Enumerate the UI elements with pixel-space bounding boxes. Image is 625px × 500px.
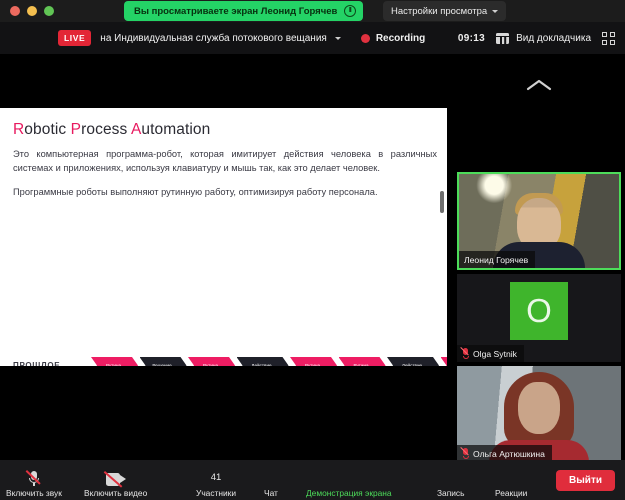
scroll-up-arrow[interactable]	[519, 74, 559, 96]
minimize-window-button[interactable]	[27, 6, 37, 16]
participant-avatar-2: O	[510, 282, 568, 340]
slide-paragraph-2: Программные роботы выполняют рутинную ра…	[13, 187, 378, 198]
stream-title: на Индивидуальная служба потокового веща…	[100, 32, 327, 44]
view-settings-button[interactable]: Настройки просмотра	[383, 1, 507, 21]
screen-share-banner: Вы просматриваете экран Леонид Горячев	[124, 1, 364, 21]
timeline-step: Решение	[140, 357, 187, 366]
timeline-step: Действие	[237, 357, 289, 366]
slide-title: Robotic Process Automation	[13, 121, 211, 138]
start-video-label: Включить видео	[84, 488, 148, 498]
stop-share-icon[interactable]	[344, 5, 357, 17]
participants-button[interactable]: 41 Участники	[196, 469, 236, 498]
stream-chevron-down-icon[interactable]	[334, 36, 341, 40]
timeline-step: Рутина	[441, 357, 448, 366]
timeline-past-label: ПРОШЛОЕ	[13, 361, 61, 366]
share-screen-button[interactable]: Демонстрация экрана	[306, 469, 392, 498]
zoom-meeting-window: Вы просматриваете экран Леонид Горячев Н…	[0, 0, 625, 500]
screen-share-banner-label: Вы просматриваете экран Леонид Горячев	[134, 5, 338, 17]
unmute-audio-label: Включить звук	[6, 488, 62, 498]
window-titlebar: Вы просматриваете экран Леонид Горячев Н…	[0, 0, 625, 22]
chat-button[interactable]: Чат	[264, 469, 278, 498]
timeline-step: Действие	[387, 357, 439, 366]
reactions-button[interactable]: Реакции	[495, 469, 527, 498]
participant-tile-2[interactable]: O Olga Sytnik	[457, 274, 621, 362]
participants-count-badge: 41	[211, 469, 222, 486]
record-button[interactable]: Запись	[437, 469, 464, 498]
recording-label: Recording	[375, 32, 426, 44]
participants-label: Участники	[196, 488, 237, 498]
timeline-past-steps: Рутина Решение Рутина Действие Рутина Рутина Д…	[91, 357, 447, 366]
leave-meeting-button[interactable]: Выйти	[556, 470, 615, 491]
view-mode-label: Вид докладчика	[516, 32, 591, 44]
layout-grid-icon	[496, 32, 510, 44]
recording-indicator[interactable]: Recording	[360, 32, 426, 44]
record-dot-icon	[360, 33, 370, 43]
timeline-step: Рутина	[339, 357, 386, 366]
zoom-window-button[interactable]	[44, 6, 54, 16]
window-traffic-lights	[10, 6, 54, 16]
participant-tile-1[interactable]: Леонид Горячев	[457, 172, 621, 270]
mic-muted-icon	[460, 347, 469, 359]
live-badge: LIVE	[58, 30, 92, 46]
participant-name-tag-1: Леонид Горячев	[459, 251, 536, 268]
meeting-control-bar: LIVE на Индивидуальная служба потокового…	[0, 22, 625, 54]
timeline-step: Рутина	[188, 357, 235, 366]
mic-muted-icon	[26, 469, 42, 486]
participant-name-tag-2: Olga Sytnik	[457, 345, 524, 362]
record-label: Запись	[437, 488, 465, 498]
view-mode-button[interactable]: Вид докладчика	[496, 32, 591, 44]
chevron-down-icon	[492, 9, 499, 13]
share-scrollbar-handle[interactable]	[440, 191, 444, 213]
timeline-step: Рутина	[290, 357, 337, 366]
meeting-stage: Robotic Process Automation Это компьютер…	[0, 54, 625, 462]
camera-muted-icon	[103, 469, 126, 488]
participants-count: 41	[210, 472, 222, 483]
shared-screen-slide[interactable]: Robotic Process Automation Это компьютер…	[0, 108, 447, 366]
share-screen-label: Демонстрация экрана	[306, 488, 392, 498]
participant-name-2: Olga Sytnik	[473, 348, 517, 359]
view-settings-label: Настройки просмотра	[391, 5, 488, 17]
participant-tile-3[interactable]: Ольга Артюшкина	[457, 366, 621, 462]
reactions-label: Реакции	[495, 488, 528, 498]
start-video-button[interactable]: Включить видео	[84, 469, 147, 498]
participant-name-1: Леонид Горячев	[464, 254, 529, 265]
timeline-row-past: ПРОШЛОЕ Рутина Решение Рутина Действие Рутин…	[13, 357, 447, 366]
close-window-button[interactable]	[10, 6, 20, 16]
fullscreen-icon[interactable]	[602, 31, 615, 45]
mic-muted-icon	[460, 447, 469, 459]
participant-name-3: Ольга Артюшкина	[473, 448, 545, 459]
unmute-audio-button[interactable]: Включить звук	[6, 469, 62, 498]
meeting-timer: 09:13	[457, 32, 485, 44]
slide-paragraph-1: Это компьютерная программа-робот, котора…	[13, 149, 437, 174]
chat-label: Чат	[264, 488, 278, 498]
meeting-toolbar: Включить звук Включить видео 41 Участник…	[0, 460, 625, 500]
timeline-step: Рутина	[91, 357, 138, 366]
